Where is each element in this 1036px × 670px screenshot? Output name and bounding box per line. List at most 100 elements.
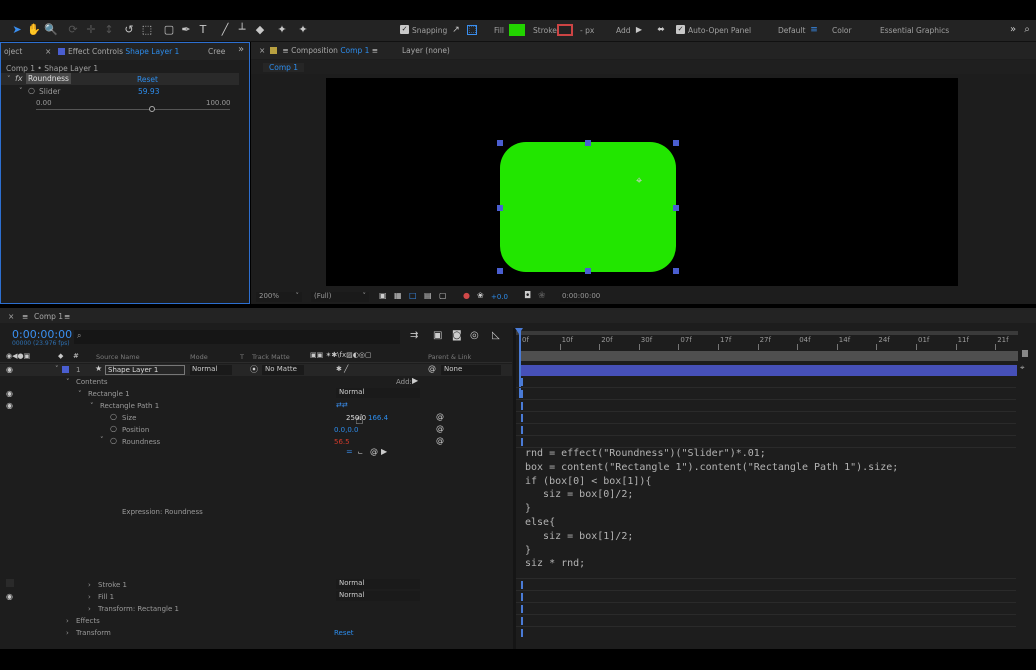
selection-tool-icon[interactable]: ➤ (10, 23, 24, 37)
tab-project[interactable]: oject (4, 47, 22, 56)
stamp-tool-icon[interactable]: ┴ (235, 23, 249, 37)
hand-tool-icon[interactable]: ✋ (27, 23, 41, 37)
eye-icon[interactable]: ◉ (6, 401, 13, 410)
rect-mode-dropdown[interactable]: Normal (336, 388, 420, 398)
stroke-width[interactable]: - px (580, 26, 594, 35)
contents-group[interactable]: Contents (76, 378, 108, 386)
chevron-right-icon[interactable]: › (88, 605, 91, 613)
transform-reset-link[interactable]: Reset (334, 629, 354, 637)
bbox-handle[interactable] (585, 140, 591, 146)
source-name-header[interactable]: Source Name (96, 353, 140, 361)
graph-editor-icon[interactable]: ◺ (492, 330, 500, 341)
bbox-handle[interactable] (585, 268, 591, 274)
stopwatch-icon[interactable]: ○ (110, 424, 117, 433)
tab-timeline-comp[interactable]: Comp 1 (34, 312, 63, 321)
type-tool-icon[interactable]: T (196, 23, 210, 37)
align-icon[interactable]: ⬌ (654, 23, 668, 37)
shy-layers-icon[interactable]: ◙ (452, 330, 462, 341)
bbox-handle[interactable] (673, 140, 679, 146)
snapshot-icon[interactable]: ◘ (524, 291, 531, 301)
more-workspaces-icon[interactable]: » (1006, 23, 1020, 37)
show-snapshot-icon[interactable]: ❀ (538, 291, 546, 301)
color-management-icon[interactable]: ❀ (477, 291, 484, 300)
end-marker[interactable] (1022, 350, 1028, 357)
comp-timecode[interactable]: 0:00:00:00 (560, 292, 600, 302)
expression-enable-icon[interactable]: = (346, 447, 353, 456)
auto-open-panel-checkbox[interactable]: ✓ (676, 25, 685, 34)
parent-dropdown[interactable]: None (441, 365, 501, 375)
fill-1-group[interactable]: Fill 1 (98, 593, 114, 601)
path-direction-icon[interactable]: ⇄⇄ (336, 401, 348, 409)
roto-tool-icon[interactable]: ✦ (275, 23, 289, 37)
workspace-essential-graphics[interactable]: Essential Graphics (880, 26, 949, 35)
layer-name[interactable]: Shape Layer 1 (105, 365, 185, 375)
comp-canvas[interactable]: ⌖ (326, 78, 958, 286)
track-matte-dropdown[interactable]: No Matte (262, 365, 304, 375)
pickwhip-icon[interactable]: @ (428, 364, 436, 373)
rectangle-1-group[interactable]: Rectangle 1 (88, 390, 130, 398)
more-tabs-icon[interactable]: » (238, 44, 244, 55)
stroke-1-group[interactable]: Stroke 1 (98, 581, 127, 589)
rectangle-tool-icon[interactable]: ▢ (162, 23, 176, 37)
pickwhip-icon[interactable]: @ (436, 412, 444, 421)
tab-menu-icon[interactable]: ≡ (22, 312, 28, 321)
chevron-right-icon[interactable]: › (88, 593, 91, 601)
layer-duration-bar[interactable] (519, 365, 1017, 376)
effect-name[interactable]: Roundness (26, 73, 71, 84)
add-menu-icon[interactable]: ▶ (412, 376, 418, 385)
bbox-handle[interactable] (673, 268, 679, 274)
size-value-y[interactable]: 166.4 (368, 414, 388, 422)
layer-switches[interactable]: ✱ ╱ (336, 365, 348, 373)
fill-swatch[interactable] (509, 24, 525, 36)
pan-tool-icon[interactable]: ✛ (84, 23, 98, 37)
rotate-tool-icon[interactable]: ↺ (122, 23, 136, 37)
workspace-menu-icon[interactable]: ≡ (807, 23, 821, 37)
tab-composition[interactable]: ≡ Composition Comp 1 ≡ (270, 46, 378, 55)
timeline-zoom-icon[interactable]: ⌖ (1020, 363, 1025, 373)
fill-mode-dropdown[interactable]: Normal (336, 591, 420, 601)
roundness-value[interactable]: 56.5 (334, 438, 350, 446)
rounded-rectangle-shape[interactable] (500, 142, 676, 272)
frame-blending-icon[interactable]: ◎ (470, 330, 479, 341)
resolution-dropdown[interactable]: (Full) ˅ (311, 292, 369, 302)
stopwatch-icon[interactable]: ○ (110, 412, 117, 421)
chevron-down-icon[interactable]: ˅ (100, 436, 104, 444)
close-icon[interactable]: × (45, 47, 51, 56)
snap-grid-icon[interactable]: ⬚ (467, 25, 477, 35)
expression-editor[interactable]: rnd = effect("Roundness")("Slider")*.01;… (525, 447, 1015, 575)
bbox-handle[interactable] (673, 205, 679, 211)
snapping-checkbox[interactable]: ✓ (400, 25, 409, 34)
chevron-down-icon[interactable]: ˅ (78, 390, 82, 398)
comp-subtab[interactable]: Comp 1 (263, 63, 305, 72)
eye-icon[interactable]: ◉ (6, 389, 13, 398)
brush-tool-icon[interactable]: ╱ (218, 23, 232, 37)
slider-value[interactable]: 59.93 (138, 87, 159, 96)
pickwhip-icon[interactable]: @ (436, 436, 444, 445)
time-navigator[interactable] (519, 351, 1018, 361)
effect-reset-link[interactable]: Reset (137, 75, 158, 84)
bbox-handle[interactable] (497, 205, 503, 211)
transform-group[interactable]: Transform (76, 629, 111, 637)
puppet-tool-icon[interactable]: ✦ (296, 23, 310, 37)
transparency-grid-icon[interactable]: ▦ (394, 291, 402, 300)
time-ruler[interactable]: 0f 10f 20f 30f 07f 17f 27f 04f 14f 24f 01f 11f 21f (516, 336, 1018, 350)
color-channel-icon[interactable]: ● (463, 291, 470, 300)
chevron-down-icon[interactable]: ˅ (90, 402, 94, 410)
tab-create[interactable]: Cree (208, 47, 225, 56)
fast-preview-icon[interactable]: ▣ (379, 291, 387, 300)
zoom-tool-icon[interactable]: 🔍 (44, 23, 58, 37)
bbox-handle[interactable] (497, 268, 503, 274)
expression-language-menu-icon[interactable]: ▶ (381, 447, 387, 456)
exposure-value[interactable]: +0.0 (491, 293, 508, 301)
anchor-tool-icon[interactable]: ⬚ (140, 23, 154, 37)
pickwhip-icon[interactable]: @ (436, 424, 444, 433)
chevron-right-icon[interactable]: › (88, 581, 91, 589)
close-icon[interactable]: × (259, 46, 265, 55)
zoom-dropdown[interactable]: 200% ˅ (256, 292, 302, 302)
chevron-right-icon[interactable]: › (66, 629, 69, 637)
pen-tool-icon[interactable]: ✒ (179, 23, 193, 37)
effects-group[interactable]: Effects (76, 617, 100, 625)
stroke-swatch[interactable] (557, 24, 573, 36)
tab-menu-icon[interactable]: ≡ (64, 312, 70, 321)
chevron-down-icon[interactable]: ˅ (19, 87, 23, 95)
